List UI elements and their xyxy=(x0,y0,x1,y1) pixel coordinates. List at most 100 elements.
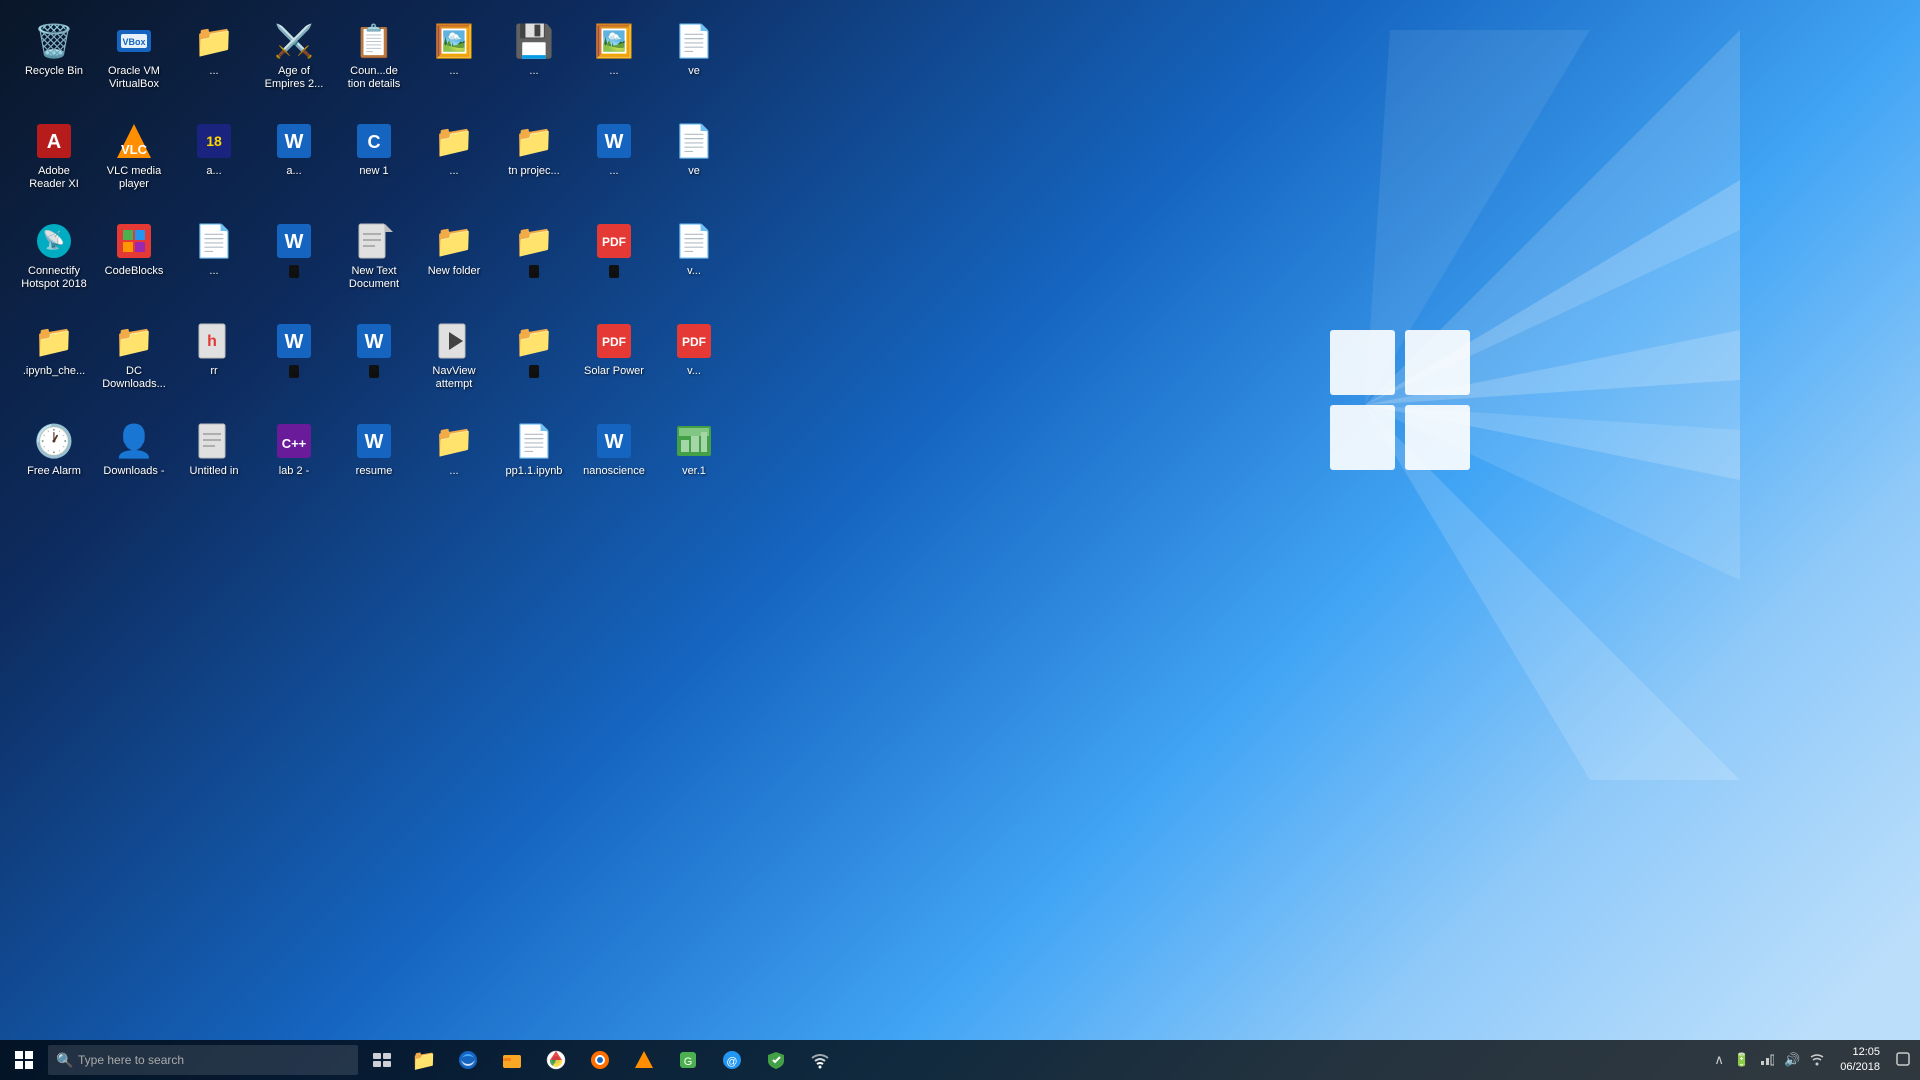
img-file1-icon[interactable]: 🖼️ ... xyxy=(415,15,493,115)
word-a-icon[interactable]: W a... xyxy=(255,115,333,215)
blk-file2-icon[interactable]: W ... xyxy=(335,315,413,415)
taskbar-chrome[interactable] xyxy=(534,1040,578,1080)
nanoscience-icon[interactable]: W nanoscience xyxy=(575,415,653,515)
pdf-blk-label: ... xyxy=(609,265,618,278)
new-text-document-icon[interactable]: New Text Document xyxy=(335,215,413,315)
taskbar-shield[interactable] xyxy=(754,1040,798,1080)
start-button[interactable] xyxy=(0,1040,48,1080)
solar-power-icon[interactable]: PDF Solar Power xyxy=(575,315,653,415)
taskbar-edge[interactable] xyxy=(446,1040,490,1080)
svg-text:A: A xyxy=(47,131,61,153)
svg-text:PDF: PDF xyxy=(602,335,626,349)
resume-icon[interactable]: W resume xyxy=(335,415,413,515)
svg-text:PDF: PDF xyxy=(602,235,626,249)
folder-blk-icon[interactable]: 📁 ... xyxy=(495,215,573,315)
adobe-reader-icon[interactable]: A AdobeReader XI xyxy=(15,115,93,215)
taskbar-app6[interactable]: G xyxy=(666,1040,710,1080)
ver4-icon[interactable]: PDF v... xyxy=(655,315,733,415)
folder2-label: ... xyxy=(449,165,458,178)
codeblocks-icon[interactable]: CodeBlocks xyxy=(95,215,173,315)
oracle-vm-icon[interactable]: VBox Oracle VMVirtualBox xyxy=(95,15,173,115)
clock[interactable]: 12:05 06/2018 xyxy=(1832,1045,1888,1076)
disk-label: ... xyxy=(529,65,538,78)
text-file1-image: 📄 xyxy=(194,221,234,261)
recycle-bin-image: 🗑️ xyxy=(34,21,74,61)
taskbar-firefox[interactable] xyxy=(578,1040,622,1080)
resume-image: W xyxy=(354,421,394,461)
ver1-icon[interactable]: 📄 ve xyxy=(655,15,733,115)
folder2-icon[interactable]: 📁 ... xyxy=(415,115,493,215)
system-tray: ∧ 🔋 🔊 12:05 06/2018 xyxy=(1704,1045,1920,1076)
codeblocks-image xyxy=(114,221,154,261)
recycle-bin-icon[interactable]: 🗑️ Recycle Bin xyxy=(15,15,93,115)
ver3-icon[interactable]: 📄 v... xyxy=(655,215,733,315)
tray-battery: 🔋 xyxy=(1732,1050,1752,1070)
ver3-image: 📄 xyxy=(674,221,714,261)
search-input[interactable] xyxy=(48,1045,358,1075)
taskbar-vlc[interactable] xyxy=(622,1040,666,1080)
pp1-icon[interactable]: 📄 pp1.1.ipynb xyxy=(495,415,573,515)
clock-time: 12:05 xyxy=(1840,1045,1880,1060)
vlc-label: VLC mediaplayer xyxy=(107,165,161,191)
new1-icon[interactable]: C new 1 xyxy=(335,115,413,215)
img-file2-icon[interactable]: 🖼️ ... xyxy=(575,15,653,115)
disk-icon[interactable]: 💾 ... xyxy=(495,15,573,115)
navview-icon[interactable]: NavViewattempt xyxy=(415,315,493,415)
taskbar: 🔍 📁 G @ ∧ 🔋 xyxy=(0,1040,1920,1080)
word-blk2-label: ... xyxy=(289,365,298,378)
tray-sound[interactable]: 🔊 xyxy=(1782,1050,1802,1070)
svg-text:PDF: PDF xyxy=(682,335,706,349)
downloads-icon[interactable]: 👤 Downloads - xyxy=(95,415,173,515)
ver4-image: PDF xyxy=(674,321,714,361)
taskbar-app7[interactable]: @ xyxy=(710,1040,754,1080)
ver5-image xyxy=(674,421,714,461)
ver2-image: 📄 xyxy=(674,121,714,161)
taskbar-file-explorer[interactable]: 📁 xyxy=(402,1040,446,1080)
search-container[interactable]: 🔍 xyxy=(48,1045,358,1075)
word-blk2-icon[interactable]: W ... xyxy=(255,315,333,415)
ver5-icon[interactable]: ver.1 xyxy=(655,415,733,515)
folder-icon-1[interactable]: 📁 ... xyxy=(175,15,253,115)
vlc-icon[interactable]: VLC VLC mediaplayer xyxy=(95,115,173,215)
folder-blk2-icon[interactable]: 📁 ... xyxy=(495,315,573,415)
tn-project-icon[interactable]: 📁 tn projec... xyxy=(495,115,573,215)
ver2-icon[interactable]: 📄 ve xyxy=(655,115,733,215)
img-file1-image: 🖼️ xyxy=(434,21,474,61)
new-folder-icon[interactable]: 📁 New folder xyxy=(415,215,493,315)
connectify-icon[interactable]: 📡 ConnectifyHotspot 2018 xyxy=(15,215,93,315)
fifa18-icon[interactable]: 18 a... xyxy=(175,115,253,215)
svg-text:VBox: VBox xyxy=(122,37,145,47)
taskbar-file-explorer2[interactable] xyxy=(490,1040,534,1080)
dc-downloads-icon[interactable]: 📁 DCDownloads... xyxy=(95,315,173,415)
folder-image-1: 📁 xyxy=(194,21,234,61)
new-text-document-label: New Text Document xyxy=(339,265,409,291)
task-view-button[interactable] xyxy=(362,1040,402,1080)
tray-notification[interactable] xyxy=(1894,1050,1912,1071)
navview-label: NavViewattempt xyxy=(432,365,475,391)
untitled-in-icon[interactable]: Untitled in xyxy=(175,415,253,515)
counter-details-icon[interactable]: 📋 Coun...detion details xyxy=(335,15,413,115)
tn-project-label: tn projec... xyxy=(508,165,559,178)
ipynb-icon[interactable]: 📁 .ipynb_che... xyxy=(15,315,93,415)
tray-network[interactable] xyxy=(1758,1050,1776,1071)
word-ve-icon[interactable]: W ... xyxy=(575,115,653,215)
cpp-icon[interactable]: C++ lab 2 - xyxy=(255,415,333,515)
folder-blk3-icon[interactable]: 📁 ... xyxy=(415,415,493,515)
word-blk1-icon[interactable]: W ... xyxy=(255,215,333,315)
downloads-image: 👤 xyxy=(114,421,154,461)
codeblocks-label: CodeBlocks xyxy=(105,265,164,278)
ver2-label: ve xyxy=(688,165,700,178)
search-icon: 🔍 xyxy=(56,1052,73,1069)
tray-expand[interactable]: ∧ xyxy=(1712,1050,1726,1070)
free-alarm-icon[interactable]: 🕐 Free Alarm xyxy=(15,415,93,515)
svg-text:W: W xyxy=(605,431,624,453)
img-file2-image: 🖼️ xyxy=(594,21,634,61)
pdf-blk-icon[interactable]: PDF ... xyxy=(575,215,653,315)
text-file1-icon[interactable]: 📄 ... xyxy=(175,215,253,315)
tray-wifi[interactable] xyxy=(1808,1050,1826,1071)
new-folder-image: 📁 xyxy=(434,221,474,261)
taskbar-wifi[interactable] xyxy=(798,1040,842,1080)
age-of-empires-icon[interactable]: ⚔️ Age of Empires 2... xyxy=(255,15,333,115)
rr-icon[interactable]: h rr xyxy=(175,315,253,415)
recycle-bin-label: Recycle Bin xyxy=(25,65,83,78)
